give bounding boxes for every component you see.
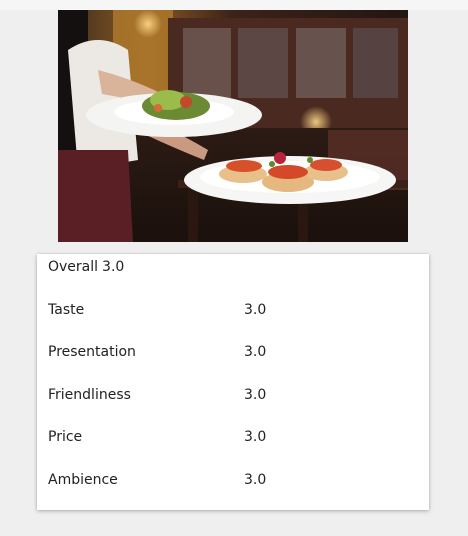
- rating-value: 3.0: [244, 302, 267, 318]
- top-strip: [0, 0, 468, 10]
- rating-label: Price: [48, 429, 83, 445]
- rating-row-friendliness: Friendliness 3.0: [48, 385, 418, 405]
- rating-value: 3.0: [244, 387, 267, 403]
- rating-row-price: Price 3.0: [48, 427, 418, 447]
- rating-value: 3.0: [244, 344, 267, 360]
- rating-label: Taste: [48, 302, 85, 318]
- rating-label: Ambience: [48, 472, 118, 488]
- overall-rating: Overall 3.0: [48, 258, 124, 276]
- photo-illustration: [58, 10, 408, 242]
- overall-value: 3.0: [102, 259, 125, 275]
- rating-label: Friendliness: [48, 387, 131, 403]
- rating-value: 3.0: [244, 472, 267, 488]
- rating-value: 3.0: [244, 429, 267, 445]
- rating-row-presentation: Presentation 3.0: [48, 342, 418, 362]
- overall-label: Overall: [48, 259, 99, 275]
- rating-label: Presentation: [48, 344, 136, 360]
- rating-row-ambience: Ambience 3.0: [48, 470, 418, 490]
- rating-row-taste: Taste 3.0: [48, 300, 418, 320]
- ratings-card: Overall 3.0 Taste 3.0 Presentation 3.0 Fr…: [37, 254, 429, 510]
- restaurant-photo: [58, 10, 408, 242]
